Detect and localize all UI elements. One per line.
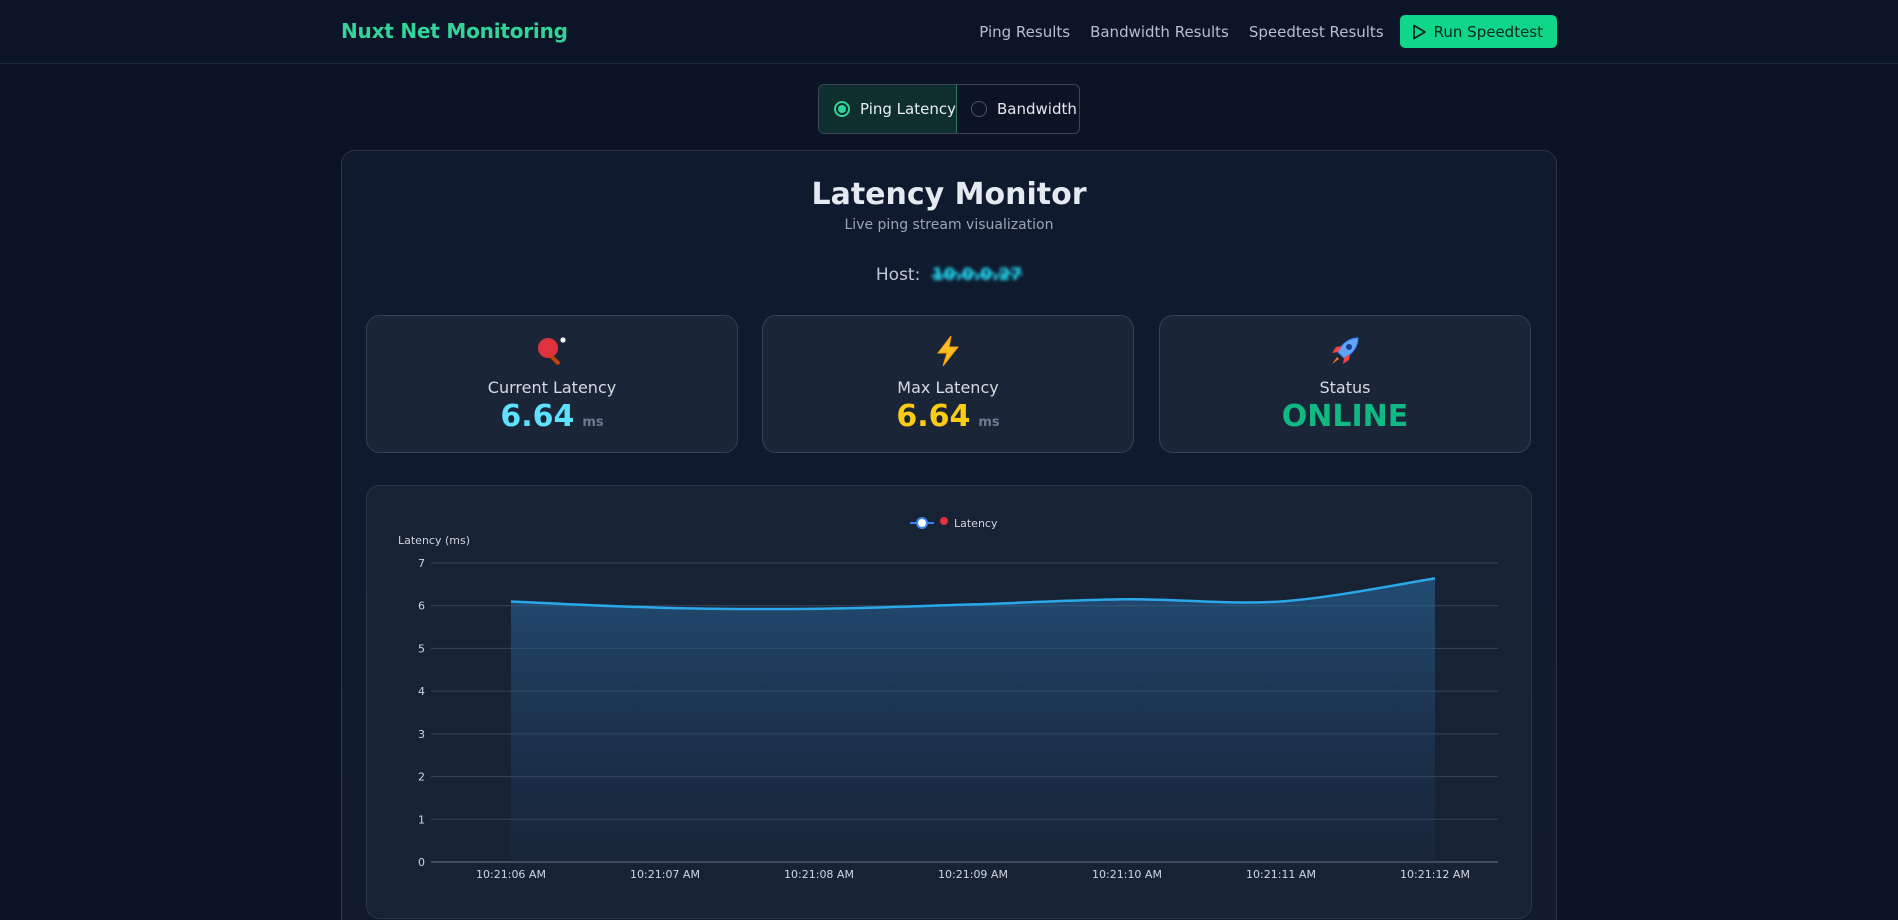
play-icon [1412,24,1426,39]
radio-unselected-icon [971,101,987,117]
brand-logo-text[interactable]: Nuxt Net Monitoring [341,19,568,43]
stat-label: Status [1319,378,1371,397]
page-title: Latency Monitor [811,177,1087,212]
page-subtitle: Live ping stream visualization [844,217,1054,233]
toggle-bandwidth[interactable]: Bandwidth [957,85,1079,133]
stat-value: ONLINE [1160,399,1530,434]
y-tick-label: 6 [418,600,425,613]
stat-card-status: Status ONLINE [1159,315,1531,453]
x-tick-label: 10:21:11 AM [1246,868,1316,881]
view-toggle: Ping Latency Bandwidth [818,84,1080,134]
x-tick-label: 10:21:12 AM [1400,868,1470,881]
y-tick-label: 5 [418,642,425,655]
run-speedtest-label: Run Speedtest [1433,22,1543,41]
rocket-icon [1160,334,1530,368]
nav-link-ping-results[interactable]: Ping Results [979,23,1070,41]
nav-link-speedtest-results[interactable]: Speedtest Results [1249,23,1384,41]
x-tick-label: 10:21:06 AM [476,868,546,881]
y-tick-label: 0 [418,856,425,869]
stat-unit: ms [582,415,604,430]
lightning-icon [763,334,1133,368]
latency-monitor-card: Latency Monitor Live ping stream visuali… [341,150,1557,920]
toggle-ping-latency-label: Ping Latency [860,100,956,118]
latency-chart: 0 1 2 3 4 5 6 7 Latency (ms) 10:21:06 AM 10:21:07 … [366,485,1532,919]
stat-value: 6.64 ms [367,399,737,434]
y-tick-label: 2 [418,771,425,784]
host-row: Host: 10.0.0.27 [342,265,1556,285]
y-axis-label: Latency (ms) [398,534,470,547]
latency-area-fill [511,578,1435,862]
y-tick-label: 3 [418,728,425,741]
radio-selected-icon [834,101,850,117]
top-navbar: Nuxt Net Monitoring Ping Results Bandwid… [0,0,1898,64]
toggle-bandwidth-label: Bandwidth [997,100,1077,118]
run-speedtest-button[interactable]: Run Speedtest [1399,15,1557,48]
stat-card-max-latency: Max Latency 6.64 ms [762,315,1134,453]
ping-pong-icon [367,334,737,368]
host-value: 10.0.0.27 [931,265,1023,285]
max-latency-value: 6.64 [896,399,971,434]
toggle-ping-latency[interactable]: Ping Latency [819,85,957,133]
x-tick-label: 10:21:10 AM [1092,868,1162,881]
current-latency-value: 6.64 [500,399,575,434]
x-tick-label: 10:21:07 AM [630,868,700,881]
legend-ping-pong-icon [940,517,948,525]
x-tick-label: 10:21:08 AM [784,868,854,881]
legend-label: Latency [954,517,998,530]
stat-value: 6.64 ms [763,399,1133,434]
latency-chart-svg: 0 1 2 3 4 5 6 7 Latency (ms) 10:21:06 AM 10:21:07 … [398,517,1498,881]
y-tick-label: 7 [418,557,425,570]
legend-marker [916,517,928,529]
stat-card-current-latency: Current Latency 6.64 ms [366,315,738,453]
nav-links: Ping Results Bandwidth Results Speedtest… [979,15,1557,48]
stat-label: Current Latency [487,378,617,397]
y-tick-label: 1 [418,813,425,826]
nav-link-bandwidth-results[interactable]: Bandwidth Results [1090,23,1229,41]
x-tick-label: 10:21:09 AM [938,868,1008,881]
stat-label: Max Latency [897,378,999,397]
status-value: ONLINE [1281,399,1409,434]
stat-unit: ms [978,415,1000,430]
host-label: Host: [875,265,921,285]
y-tick-label: 4 [418,685,425,698]
